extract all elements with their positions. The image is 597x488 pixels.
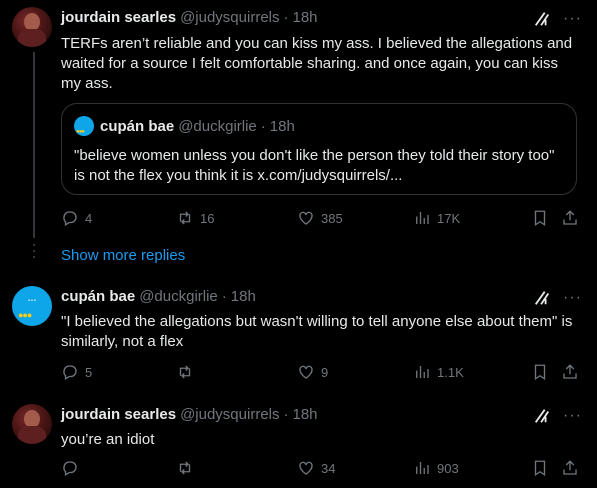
- views-count: 903: [437, 460, 459, 476]
- like-count: 385: [321, 210, 343, 226]
- thread-dots: [32, 244, 36, 262]
- share-button[interactable]: [561, 458, 579, 478]
- tweet-top-icons: ···: [533, 407, 582, 425]
- thread-line: [33, 52, 35, 238]
- repost-button[interactable]: 16: [176, 208, 214, 228]
- author-handle[interactable]: @duckgirlie: [139, 288, 218, 305]
- tweet-header: cupán bae @duckgirlie · 18h: [61, 288, 256, 305]
- bookmark-icon: [534, 460, 546, 477]
- quote-author-handle: @duckgirlie: [178, 118, 257, 135]
- tweet-top-icons: ···: [533, 289, 582, 307]
- views-button[interactable]: 17K: [413, 208, 460, 228]
- avatar-judysquirrels[interactable]: [12, 404, 52, 444]
- bookmark-icon: [534, 364, 546, 381]
- separator: ·: [260, 118, 266, 135]
- timestamp[interactable]: 18h: [293, 406, 318, 423]
- quoted-tweet[interactable]: ●●● cupán bae @duckgirlie · 18h "believe…: [61, 103, 577, 195]
- like-icon: [299, 211, 313, 225]
- avatar-judysquirrels[interactable]: [12, 7, 52, 47]
- grok-icon[interactable]: [533, 407, 551, 425]
- show-more-replies-link[interactable]: Show more replies: [61, 247, 185, 264]
- bookmark-button[interactable]: [531, 458, 549, 478]
- tweet-text: TERFs aren’t reliable and you can kiss m…: [61, 35, 573, 92]
- more-icon[interactable]: ···: [563, 290, 582, 306]
- quote-timestamp: 18h: [269, 118, 295, 135]
- author-name[interactable]: jourdain searles: [61, 406, 176, 423]
- ducks-icon: ●●●: [18, 310, 32, 320]
- tweet-header: jourdain searles @judysquirrels · 18h: [61, 9, 318, 26]
- author-name[interactable]: cupán bae: [61, 288, 135, 305]
- tweet-top-icons: ···: [533, 10, 582, 28]
- reply-count: 5: [85, 364, 93, 380]
- author-handle[interactable]: @judysquirrels: [180, 9, 279, 26]
- tweet-text: you’re an idiot: [61, 431, 155, 448]
- like-icon: [299, 365, 313, 379]
- timestamp[interactable]: 18h: [231, 288, 256, 305]
- repost-button[interactable]: [176, 458, 200, 478]
- tweet-header: jourdain searles @judysquirrels · 18h: [61, 406, 318, 423]
- views-count: 17K: [437, 210, 461, 226]
- grok-icon[interactable]: [533, 10, 551, 28]
- repost-count: 16: [200, 210, 215, 226]
- tweet-actions: 34 903: [61, 458, 581, 478]
- avatar-duckgirlie[interactable]: ••• ●●●: [12, 286, 52, 326]
- author-handle[interactable]: @judysquirrels: [180, 406, 279, 423]
- repost-icon: [179, 211, 191, 225]
- more-icon[interactable]: ···: [563, 11, 582, 27]
- reply-icon: [63, 461, 77, 476]
- tweet-actions: 4 16 385 17K: [61, 208, 581, 228]
- share-icon: [563, 460, 577, 475]
- bookmark-button[interactable]: [531, 208, 549, 228]
- views-button[interactable]: 903: [413, 458, 459, 478]
- reply-icon: [63, 211, 77, 226]
- more-icon[interactable]: ···: [563, 408, 582, 424]
- views-icon: [416, 366, 429, 378]
- views-icon: [416, 212, 429, 224]
- avatar-duckgirlie: ●●●: [74, 116, 94, 136]
- views-count: 1.1K: [437, 364, 464, 380]
- like-icon: [299, 461, 313, 475]
- views-icon: [416, 462, 429, 474]
- repost-icon: [179, 461, 191, 475]
- like-button[interactable]: 9: [297, 362, 328, 382]
- separator: ·: [283, 9, 289, 26]
- separator: ·: [221, 288, 227, 305]
- repost-button[interactable]: [176, 362, 200, 382]
- tweet-actions: 5 9 1.1K: [61, 362, 581, 382]
- quote-header: cupán bae @duckgirlie · 18h: [100, 118, 295, 135]
- share-icon: [563, 364, 577, 379]
- share-button[interactable]: [561, 362, 579, 382]
- share-icon: [563, 210, 577, 225]
- bookmark-button[interactable]: [531, 362, 549, 382]
- like-count: 34: [321, 460, 336, 476]
- repost-icon: [179, 365, 191, 379]
- like-count: 9: [321, 364, 329, 380]
- quote-text: "believe women unless you don't like the…: [74, 147, 555, 184]
- like-button[interactable]: 385: [297, 208, 343, 228]
- reply-icon: [63, 365, 77, 380]
- quote-author-name: cupán bae: [100, 118, 175, 135]
- reply-button[interactable]: 5: [61, 362, 92, 382]
- grok-icon[interactable]: [533, 289, 551, 307]
- avatar-caption-icon: •••: [27, 298, 37, 304]
- timestamp[interactable]: 18h: [293, 9, 318, 26]
- like-button[interactable]: 34: [297, 458, 335, 478]
- separator: ·: [283, 406, 289, 423]
- bookmark-icon: [534, 210, 546, 227]
- share-button[interactable]: [561, 208, 579, 228]
- author-name[interactable]: jourdain searles: [61, 9, 176, 26]
- reply-button[interactable]: [61, 458, 85, 478]
- reply-count: 4: [85, 210, 93, 226]
- views-button[interactable]: 1.1K: [413, 362, 464, 382]
- reply-button[interactable]: 4: [61, 208, 92, 228]
- tweet-text: "I believed the allegations but wasn't w…: [61, 313, 573, 350]
